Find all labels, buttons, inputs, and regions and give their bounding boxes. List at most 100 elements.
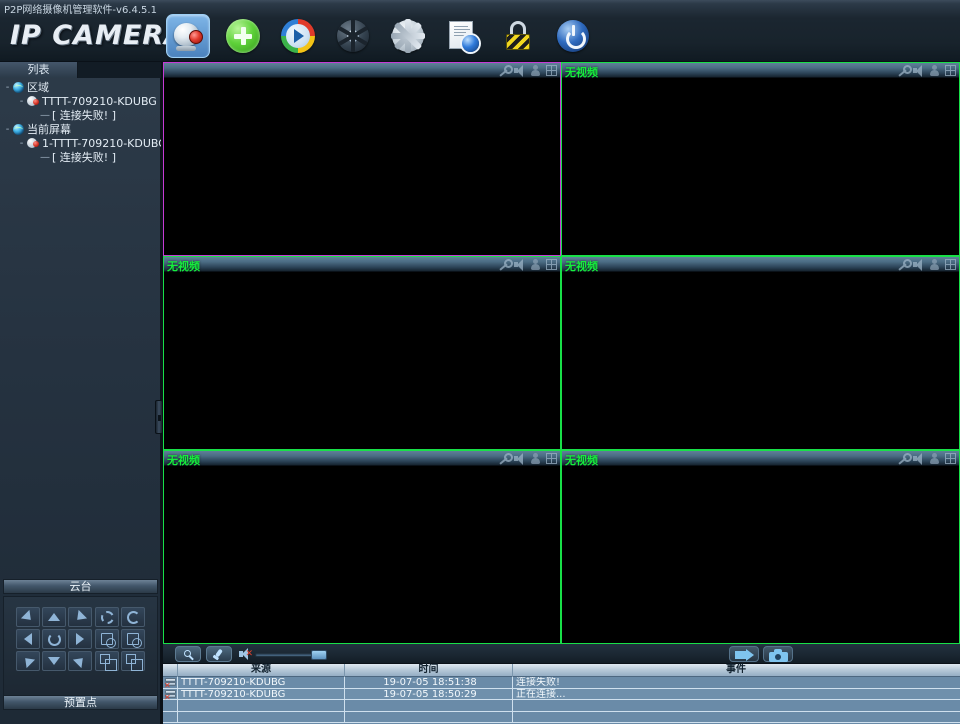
expander-icon[interactable]: - xyxy=(3,123,12,137)
device-tree[interactable]: - 区域 - TTTT-709210-KDUBG — [ 连接失败! ] - 当… xyxy=(0,78,161,579)
tree-node-device[interactable]: - TTTT-709210-KDUBG xyxy=(0,95,161,109)
video-cell-surface[interactable] xyxy=(562,466,959,643)
cell-time xyxy=(345,700,513,712)
tree-node-device[interactable]: - 1-TTTT-709210-KDUBG xyxy=(0,137,161,151)
video-cell-6[interactable]: 无视频 xyxy=(561,450,960,644)
iris-close-button[interactable] xyxy=(121,607,145,627)
playback-button[interactable] xyxy=(276,14,320,58)
table-row[interactable] xyxy=(163,700,960,712)
list-icon[interactable] xyxy=(945,453,956,464)
table-row[interactable]: ✕ TTTT-709210-KDUBG 19-07-05 18:50:29 正在… xyxy=(163,688,960,700)
ptz-up-right-alt[interactable] xyxy=(16,607,40,627)
focus-far-button[interactable] xyxy=(121,629,145,649)
zoom-in-button[interactable] xyxy=(95,651,119,671)
log-button[interactable] xyxy=(441,14,485,58)
video-cell-1[interactable] xyxy=(163,62,561,256)
ptz-up[interactable] xyxy=(42,607,66,627)
ptz-left[interactable] xyxy=(16,629,40,649)
wrench-icon[interactable] xyxy=(897,259,912,270)
speaker-icon[interactable] xyxy=(514,259,525,271)
list-icon[interactable] xyxy=(546,65,557,76)
record-button[interactable] xyxy=(729,646,759,662)
bottom-area: ✕ 来源 时间 事件 ✕ TTTT-709210-KDUBG 19-07-05 … xyxy=(163,644,960,724)
zoom-out-button[interactable] xyxy=(121,651,145,671)
ptz-auto-scan[interactable] xyxy=(42,629,66,649)
cell-source xyxy=(178,711,345,723)
snapshot-button[interactable] xyxy=(763,646,793,662)
tree-node-current-screen[interactable]: - 当前屏幕 xyxy=(0,123,161,137)
record-icon xyxy=(735,649,754,661)
focus-near-button[interactable] xyxy=(95,629,119,649)
ptz-lens-pad xyxy=(95,607,145,671)
ptz-down-right[interactable] xyxy=(68,651,92,671)
user-icon[interactable] xyxy=(530,259,541,270)
ptz-up-left-alt[interactable] xyxy=(68,607,92,627)
expander-icon[interactable]: - xyxy=(17,137,26,151)
window-title: P2P网络摄像机管理软件-v6.4.5.1 xyxy=(4,5,157,16)
user-icon[interactable] xyxy=(929,259,940,270)
table-row[interactable] xyxy=(163,711,960,724)
wrench-icon[interactable] xyxy=(498,259,513,270)
speaker-muted-icon[interactable]: ✕ xyxy=(239,648,253,660)
list-icon[interactable] xyxy=(546,259,557,270)
sidebar-splitter-handle[interactable] xyxy=(155,400,163,434)
video-cell-4[interactable]: 无视频 xyxy=(561,256,960,450)
camera-list-button[interactable] xyxy=(166,14,210,58)
settings-button[interactable] xyxy=(386,14,430,58)
wrench-icon[interactable] xyxy=(897,65,912,76)
speaker-icon[interactable] xyxy=(913,259,924,271)
user-icon[interactable] xyxy=(530,453,541,464)
wrench-icon[interactable] xyxy=(498,65,513,76)
expander-icon[interactable]: - xyxy=(17,95,26,109)
preset-panel-header[interactable]: 预置点 xyxy=(3,695,158,710)
dash-icon: — xyxy=(40,110,50,121)
iris-open-button[interactable] xyxy=(95,607,119,627)
cell-event xyxy=(513,712,959,724)
list-icon[interactable] xyxy=(546,453,557,464)
video-cell-surface[interactable] xyxy=(562,78,959,255)
video-cell-5[interactable]: 无视频 xyxy=(163,450,561,644)
wrench-icon[interactable] xyxy=(897,453,912,464)
video-cell-surface[interactable] xyxy=(164,272,560,449)
ptz-control-button[interactable] xyxy=(331,14,375,58)
ptz-down[interactable] xyxy=(42,651,66,671)
ptz-panel-header[interactable]: 云台 xyxy=(3,579,158,594)
user-icon[interactable] xyxy=(530,65,541,76)
steering-wheel-icon xyxy=(337,20,369,52)
video-cell-3[interactable]: 无视频 xyxy=(163,256,561,450)
add-device-button[interactable] xyxy=(221,14,265,58)
talk-button[interactable] xyxy=(206,646,232,662)
search-icon xyxy=(184,650,191,657)
document-icon xyxy=(448,21,479,52)
column-header-time[interactable]: 时间 xyxy=(345,664,513,677)
list-icon[interactable] xyxy=(945,259,956,270)
ptz-right[interactable] xyxy=(68,629,92,649)
ptz-down-left[interactable] xyxy=(16,651,40,671)
video-cell-2[interactable]: 无视频 xyxy=(561,62,960,256)
search-button[interactable] xyxy=(175,646,201,662)
globe-icon xyxy=(13,124,24,135)
volume-slider-thumb[interactable] xyxy=(311,650,327,660)
speaker-icon[interactable] xyxy=(913,453,924,465)
video-cell-surface[interactable] xyxy=(164,466,560,643)
video-cell-surface[interactable] xyxy=(562,272,959,449)
lock-button[interactable] xyxy=(496,14,540,58)
speaker-icon[interactable] xyxy=(913,65,924,77)
tab-list[interactable]: 列表 xyxy=(0,62,78,78)
expander-icon[interactable]: - xyxy=(3,81,12,95)
speaker-icon[interactable] xyxy=(514,453,525,465)
table-row[interactable]: ✕ TTTT-709210-KDUBG 19-07-05 18:51:38 连接… xyxy=(163,677,960,689)
user-icon[interactable] xyxy=(929,453,940,464)
event-table-body[interactable]: ✕ TTTT-709210-KDUBG 19-07-05 18:51:38 连接… xyxy=(163,677,960,724)
power-button[interactable] xyxy=(551,14,595,58)
speaker-icon[interactable] xyxy=(514,65,525,77)
camera-node-icon xyxy=(27,138,39,149)
column-header-source[interactable]: 来源 xyxy=(178,664,345,677)
column-header-event[interactable]: 事件 xyxy=(513,664,959,677)
wrench-icon[interactable] xyxy=(498,453,513,464)
video-cell-surface[interactable] xyxy=(164,78,560,255)
play-icon xyxy=(281,19,315,53)
tree-node-area[interactable]: - 区域 xyxy=(0,81,161,95)
user-icon[interactable] xyxy=(929,65,940,76)
list-icon[interactable] xyxy=(945,65,956,76)
